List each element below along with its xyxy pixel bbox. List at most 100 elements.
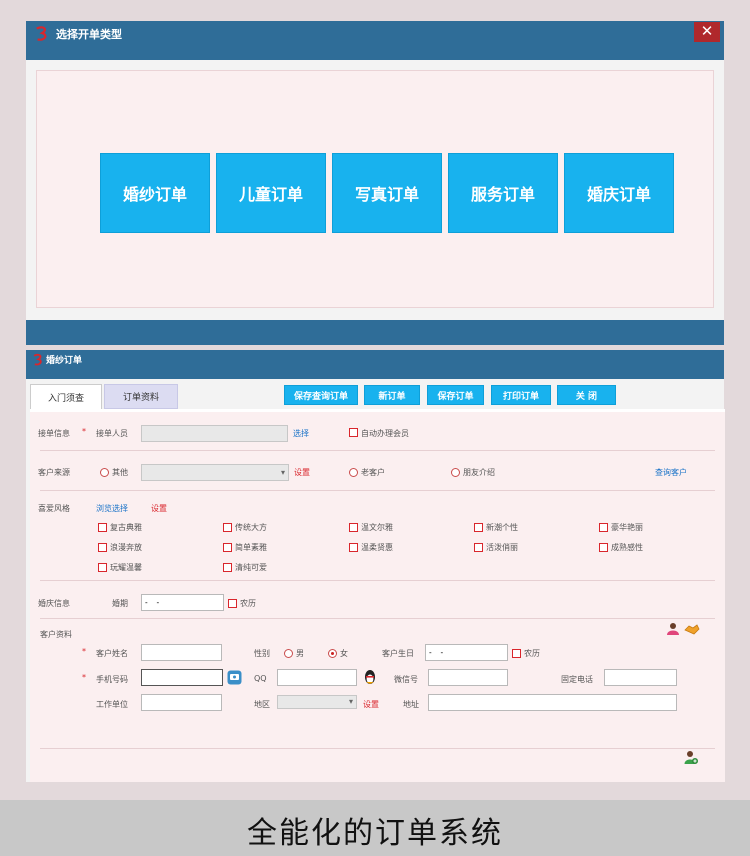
source-section-label: 客户来源 [38, 468, 70, 477]
style-option-label: 成熟感性 [611, 543, 643, 552]
phone-input[interactable] [141, 669, 223, 686]
customer-name-label: 客户姓名 [96, 649, 128, 658]
qq-penguin-icon[interactable] [363, 669, 377, 685]
phone-lookup-icon[interactable] [227, 670, 242, 685]
order-info-section-label: 接单信息 [38, 429, 70, 438]
handshake-icon[interactable] [684, 622, 700, 636]
customer-name-input[interactable] [141, 644, 222, 661]
landline-label: 固定电话 [561, 675, 593, 684]
required-mark: * [82, 673, 86, 682]
divider [40, 450, 715, 451]
wedding-dress-order-button[interactable]: 婚纱订单 [100, 153, 210, 233]
wechat-input[interactable] [428, 669, 508, 686]
tab-order-details[interactable]: 订单资料 [104, 384, 178, 409]
style-checkbox[interactable] [98, 543, 107, 552]
auto-member-checkbox[interactable] [349, 428, 358, 437]
print-order-button[interactable]: 打印订单 [491, 385, 551, 405]
style-option-label: 复古典雅 [110, 523, 142, 532]
save-query-order-button[interactable]: 保存查询订单 [284, 385, 358, 405]
gender-female-radio[interactable] [328, 649, 337, 658]
source-old-customer-label: 老客户 [361, 468, 385, 477]
dialog-title-bar: 选择开单类型 ✕ [26, 21, 724, 60]
work-unit-input[interactable] [141, 694, 222, 711]
style-checkbox[interactable] [223, 563, 232, 572]
style-checkbox[interactable] [98, 523, 107, 532]
receiver-input[interactable] [141, 425, 288, 442]
order-type-panel: 婚纱订单 儿童订单 写真订单 服务订单 婚庆订单 [36, 70, 714, 308]
wedding-lunar-label: 农历 [240, 599, 256, 608]
dialog-title: 选择开单类型 [56, 28, 122, 41]
wedding-date-input[interactable] [141, 594, 224, 611]
style-setting-link[interactable]: 设置 [151, 503, 167, 514]
search-customer-link[interactable]: 查询客户 [655, 467, 687, 478]
order-form: 接单信息 * 接单人员 选择 自动办理会员 客户来源 其他 ▾ 设置 老客户 朋… [30, 409, 725, 782]
style-checkbox[interactable] [599, 543, 608, 552]
customer-section-label: 客户资料 [40, 630, 72, 639]
close-button[interactable]: ✕ [694, 22, 720, 42]
style-checkbox[interactable] [223, 523, 232, 532]
birthday-lunar-label: 农历 [524, 649, 540, 658]
customer-avatar-icon[interactable] [666, 622, 680, 636]
style-checkbox[interactable] [474, 543, 483, 552]
style-checkbox[interactable] [349, 523, 358, 532]
app-logo-icon [33, 353, 42, 366]
tab-entry-check[interactable]: 入门须查 [30, 384, 102, 409]
style-option-label: 温文尔雅 [361, 523, 393, 532]
children-order-button[interactable]: 儿童订单 [216, 153, 326, 233]
style-section-label: 喜爱风格 [38, 504, 70, 513]
address-input[interactable] [428, 694, 677, 711]
select-receiver-link[interactable]: 选择 [293, 428, 309, 439]
portrait-order-button[interactable]: 写真订单 [332, 153, 442, 233]
style-option-label: 浪漫奔放 [110, 543, 142, 552]
divider [40, 580, 715, 581]
close-window-button[interactable]: 关 闭 [557, 385, 616, 405]
source-setting-link[interactable]: 设置 [294, 467, 310, 478]
browse-select-link[interactable]: 浏览选择 [96, 503, 128, 514]
wedding-lunar-checkbox[interactable] [228, 599, 237, 608]
region-select[interactable]: ▾ [277, 695, 357, 709]
app-logo-icon [36, 26, 47, 41]
gender-male-radio[interactable] [284, 649, 293, 658]
style-option-label: 豪华艳丽 [611, 523, 643, 532]
style-option-label: 温柔贤惠 [361, 543, 393, 552]
style-option-label: 新潮个性 [486, 523, 518, 532]
dialog-footer-bar [26, 320, 724, 345]
source-old-customer-radio[interactable] [349, 468, 358, 477]
region-setting-link[interactable]: 设置 [363, 699, 379, 710]
divider [40, 490, 715, 491]
wedding-order-window: 婚纱订单 入门须查 订单资料 保存查询订单 新订单 保存订单 打印订单 关 闭 … [26, 350, 725, 782]
chevron-down-icon: ▾ [348, 697, 353, 706]
style-checkbox[interactable] [349, 543, 358, 552]
gender-male-label: 男 [296, 649, 304, 658]
add-user-icon[interactable] [684, 750, 698, 765]
qq-input[interactable] [277, 669, 357, 686]
required-mark: * [82, 647, 86, 656]
divider [40, 748, 715, 749]
new-order-button[interactable]: 新订单 [364, 385, 420, 405]
region-label: 地区 [254, 700, 270, 709]
style-checkbox[interactable] [474, 523, 483, 532]
style-checkbox[interactable] [599, 523, 608, 532]
chevron-down-icon: ▾ [280, 468, 285, 477]
source-friend-label: 朋友介绍 [463, 468, 495, 477]
receiver-label: 接单人员 [96, 429, 128, 438]
source-other-radio[interactable] [100, 468, 109, 477]
qq-label: QQ [254, 674, 267, 683]
birthday-lunar-checkbox[interactable] [512, 649, 521, 658]
style-option-label: 玩耀温馨 [110, 563, 142, 572]
wedding-event-order-button[interactable]: 婚庆订单 [564, 153, 674, 233]
service-order-button[interactable]: 服务订单 [448, 153, 558, 233]
source-friend-radio[interactable] [451, 468, 460, 477]
style-checkbox[interactable] [98, 563, 107, 572]
required-mark: * [82, 427, 86, 436]
birthday-input[interactable] [425, 644, 508, 661]
gender-label: 性别 [254, 649, 270, 658]
style-checkbox[interactable] [223, 543, 232, 552]
divider [40, 618, 715, 619]
address-label: 地址 [403, 700, 419, 709]
caption-text: 全能化的订单系统 [247, 816, 503, 851]
landline-input[interactable] [604, 669, 677, 686]
select-order-type-dialog: 选择开单类型 ✕ 婚纱订单 儿童订单 写真订单 服务订单 婚庆订单 [26, 21, 724, 345]
save-order-button[interactable]: 保存订单 [427, 385, 484, 405]
source-select[interactable]: ▾ [141, 464, 289, 481]
